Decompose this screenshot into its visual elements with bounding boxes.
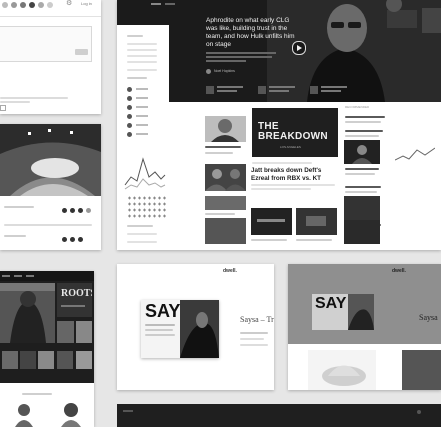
hero-subnav bbox=[206, 84, 352, 98]
article-thumb[interactable] bbox=[205, 164, 246, 191]
breakdown-title: THE BREAKDOWN bbox=[258, 121, 328, 142]
sidebar-thumb[interactable] bbox=[344, 220, 380, 244]
hero-photo bbox=[0, 283, 55, 343]
caption-line bbox=[4, 235, 26, 237]
dark-footer-card bbox=[117, 404, 441, 427]
helper-text bbox=[0, 101, 30, 103]
magazine-spread: SAY bbox=[141, 300, 219, 358]
magazine-title[interactable]: Saysa bbox=[419, 314, 438, 322]
thumb[interactable] bbox=[2, 351, 18, 369]
author-avatar[interactable] bbox=[206, 69, 211, 74]
magazine-say: SAY bbox=[145, 301, 181, 321]
checkbox[interactable] bbox=[0, 105, 6, 111]
feature-tile[interactable]: ROOTS bbox=[57, 283, 92, 317]
message-textarea[interactable] bbox=[0, 26, 92, 62]
caption-line bbox=[4, 206, 34, 208]
divider bbox=[0, 16, 101, 17]
thumb[interactable] bbox=[57, 321, 74, 343]
feature-headline: ROOTS bbox=[61, 288, 92, 299]
nav-dots bbox=[0, 2, 60, 9]
author-name[interactable]: Noel Hopkins bbox=[214, 69, 235, 74]
product-photo bbox=[402, 350, 441, 390]
breakdown-banner[interactable]: THE BREAKDOWN LOS ANGELES bbox=[252, 108, 338, 157]
right-sidebar: RECOMMENDED bbox=[343, 102, 441, 250]
hero-excerpt bbox=[206, 52, 278, 64]
stats-line-chart bbox=[124, 157, 166, 190]
magazine-card-dark: dwell. SAY Saysa bbox=[288, 264, 441, 390]
article-thumb[interactable] bbox=[205, 218, 246, 244]
section-title bbox=[22, 393, 52, 395]
breakdown-sub: LOS ANGELES bbox=[280, 145, 301, 149]
player-list bbox=[127, 87, 167, 147]
article-thumb[interactable] bbox=[296, 208, 337, 235]
thumb[interactable] bbox=[38, 351, 54, 369]
stats-sidebar bbox=[117, 25, 169, 250]
concert-hall-image bbox=[0, 124, 101, 196]
brand-logo[interactable]: dwell. bbox=[223, 269, 237, 274]
thumb[interactable] bbox=[76, 321, 92, 343]
magazine-title[interactable]: Saysa – Tr bbox=[240, 316, 274, 324]
sidebar-sparkline bbox=[395, 147, 435, 161]
sidebar-thumb[interactable] bbox=[344, 140, 380, 164]
article-thumb[interactable] bbox=[205, 196, 246, 210]
product-photo bbox=[308, 350, 376, 390]
person-photo bbox=[15, 404, 33, 427]
magazine-spread: SAY bbox=[312, 294, 374, 330]
player-controls[interactable] bbox=[62, 236, 92, 244]
magazine-card: dwell. SAY Saysa – Tr bbox=[117, 264, 274, 390]
sidebar-thumb[interactable] bbox=[344, 196, 380, 220]
magazine-photo bbox=[180, 300, 219, 358]
magazine-say: SAY bbox=[315, 295, 347, 312]
dark-media-card: ROOTS bbox=[0, 271, 94, 427]
hero-title[interactable]: Aphrodite on what early CLG was like, bu… bbox=[206, 17, 302, 49]
settings-icon[interactable]: ⚙ bbox=[66, 0, 72, 7]
concert-card bbox=[0, 124, 101, 250]
article-thumb[interactable] bbox=[205, 116, 246, 142]
featured-headline[interactable]: Jatt breaks down Deft's Ezreal from RBX … bbox=[251, 167, 341, 182]
progress-track[interactable] bbox=[4, 224, 92, 226]
thumb[interactable] bbox=[76, 351, 92, 369]
thumb[interactable] bbox=[57, 351, 73, 369]
top-nav bbox=[0, 271, 94, 281]
login-link[interactable]: Log in bbox=[81, 2, 92, 6]
dark-header: ROOTS bbox=[0, 271, 94, 383]
login-card: ⚙ Log in bbox=[0, 0, 101, 114]
submit-button[interactable] bbox=[75, 49, 88, 55]
helper-text bbox=[0, 97, 68, 99]
dot-grid bbox=[127, 195, 167, 219]
person-photo bbox=[61, 403, 81, 427]
thumb[interactable] bbox=[20, 351, 36, 369]
brand-logo[interactable]: dwell. bbox=[392, 269, 406, 274]
article-card: Aphrodite on what early CLG was like, bu… bbox=[117, 0, 441, 250]
player-controls[interactable] bbox=[62, 207, 92, 215]
article-thumb[interactable] bbox=[251, 208, 292, 235]
sidebar-label: RECOMMENDED bbox=[345, 105, 370, 109]
